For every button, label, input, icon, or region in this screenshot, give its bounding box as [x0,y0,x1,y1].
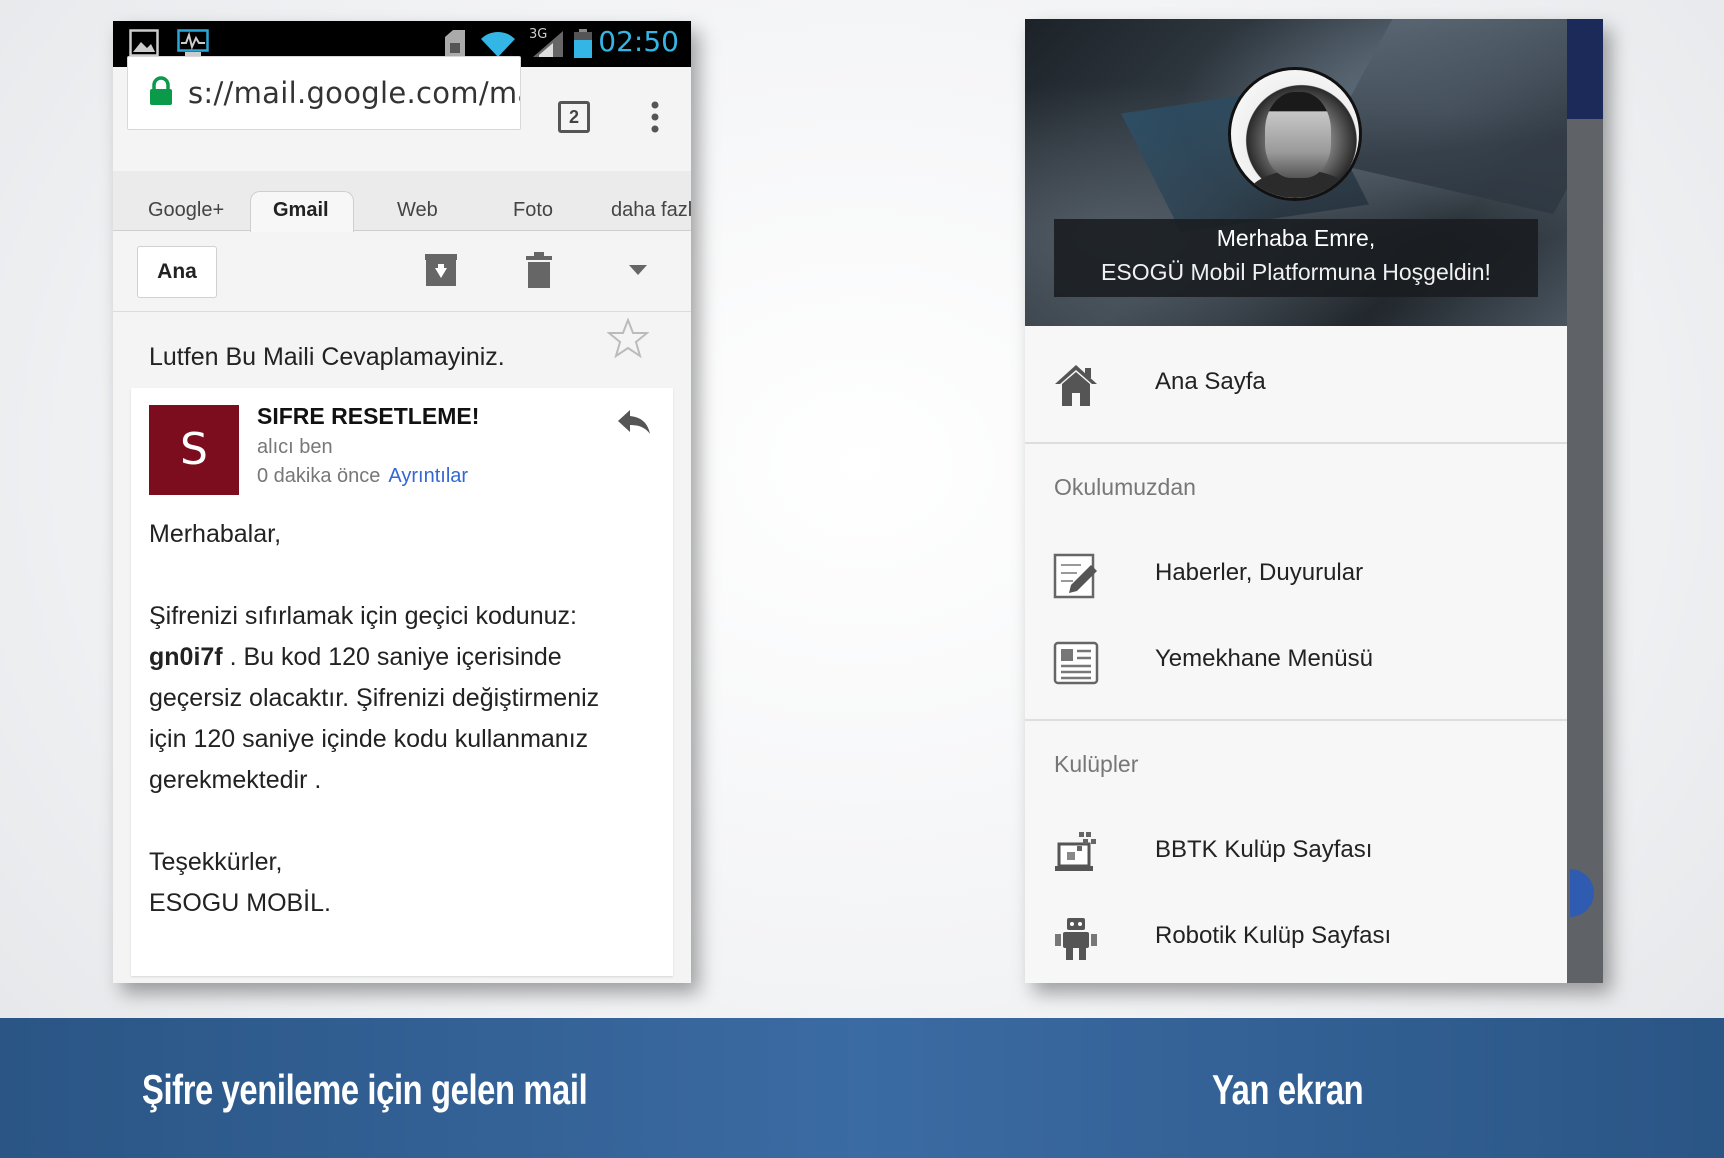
message-meta: 0 dakika önce Ayrıntılar [257,465,468,488]
body-line: . Bu kod 120 saniye içerisinde [222,643,562,671]
welcome-banner: Merhaba Emre, ESOGÜ Mobil Platformuna Ho… [1054,219,1538,297]
tab-web[interactable]: Web [397,199,438,222]
nav-item-label: Yemekhane Menüsü [1155,645,1373,672]
star-icon[interactable] [607,318,649,358]
signature-text: ESOGU MOBİL. [149,889,331,917]
news-edit-icon [1053,553,1097,599]
url-text: s://mail.google.com/ma [188,76,521,110]
floating-action-button-edge [1570,869,1594,917]
image-notification-icon [129,29,159,57]
section-title-clubs: Kulüpler [1054,751,1139,777]
section-divider [1025,719,1567,721]
message-time: 0 dakika önce [257,465,381,487]
signal-strength-icon [533,31,563,57]
mail-subject: Lutfen Bu Maili Cevaplamayiniz. [149,343,505,371]
welcome-message: ESOGÜ Mobil Platformuna Hoşgeldin! [1101,259,1491,285]
activity-monitor-icon [177,29,209,56]
url-bar[interactable]: s://mail.google.com/ma [127,56,521,130]
nav-item-label: BBTK Kulüp Sayfası [1155,836,1373,863]
caption-banner: Şifre yenileme için gelen mail Yan ekran [0,1018,1724,1158]
details-link[interactable]: Ayrıntılar [388,465,468,487]
more-options-icon[interactable] [650,101,660,133]
nav-item-label: Robotik Kulüp Sayfası [1155,922,1392,949]
mail-actions-toolbar: Ana [113,232,691,312]
back-to-inbox-button[interactable]: Ana [137,246,217,298]
greeting-text: Merhabalar, [149,520,282,548]
body-line: geçersiz olacaktır. Şifrenizi değiştirme… [149,684,600,712]
body-line: için 120 saniye içinde kodu kullanmanız [149,725,589,753]
message-body: Merhabalar, Şifrenizi sıfırlamak için ge… [149,514,659,924]
nav-item-news[interactable]: Haberler, Duyurular [1025,537,1567,615]
message-card: S SIFRE RESETLEME! alıcı ben 0 dakika ön… [131,388,673,976]
lock-icon [150,76,172,105]
sim-card-icon [445,30,465,58]
google-services-tabs: Google+ Gmail Web Foto daha fazl [113,171,691,233]
reply-icon[interactable] [616,408,652,436]
clock: 02:50 [598,25,679,58]
newspaper-icon [1053,641,1099,685]
app-bar-behind-drawer [1567,19,1603,119]
tab-switcher-button[interactable]: 2 [558,101,590,133]
nav-item-robotics-club[interactable]: Robotik Kulüp Sayfası [1025,900,1567,978]
reset-code: gn0i7f [149,643,223,671]
nav-item-home[interactable]: Ana Sayfa [1025,346,1567,424]
section-divider [1025,442,1567,444]
tab-more[interactable]: daha fazl [611,199,691,222]
trash-icon[interactable] [525,252,553,288]
tab-gmail[interactable]: Gmail [273,199,329,222]
home-icon [1055,365,1097,406]
wifi-icon [481,31,515,57]
body-line: gerekmektedir . [149,766,322,794]
tab-googleplus[interactable]: Google+ [148,199,224,222]
sender-avatar: S [149,405,239,495]
battery-icon [574,29,592,58]
nav-item-cafeteria[interactable]: Yemekhane Menüsü [1025,623,1567,701]
section-title-school: Okulumuzdan [1054,474,1196,500]
mail-phone-screen: 3G 02:50 s://mail.google.com/ma 2 Google… [113,21,691,983]
body-line: Şifrenizi sıfırlamak için geçici kodunuz… [149,602,577,630]
welcome-greeting: Merhaba Emre, [1216,225,1376,251]
left-caption: Şifre yenileme için gelen mail [142,1066,588,1113]
nav-item-label: Ana Sayfa [1155,368,1266,395]
drawer-header: Merhaba Emre, ESOGÜ Mobil Platformuna Ho… [1025,19,1567,326]
chevron-down-icon[interactable] [628,264,648,276]
archive-icon[interactable] [424,252,458,288]
recipient-label: alıcı ben [257,436,333,458]
side-menu-phone-screen: Merhaba Emre, ESOGÜ Mobil Platformuna Ho… [1025,19,1603,983]
robot-icon [1055,918,1097,960]
profile-avatar[interactable] [1228,67,1362,201]
nav-item-bbtk-club[interactable]: BBTK Kulüp Sayfası [1025,814,1567,892]
computer-club-icon [1055,832,1096,871]
navigation-drawer: Merhaba Emre, ESOGÜ Mobil Platformuna Ho… [1025,19,1567,983]
tab-foto[interactable]: Foto [513,199,553,222]
signoff-text: Teşekkürler, [149,848,283,876]
nav-item-label: Haberler, Duyurular [1155,559,1364,586]
right-caption: Yan ekran [1212,1066,1364,1113]
sender-name: SIFRE RESETLEME! [257,403,480,429]
code-line: gn0i7f . Bu kod 120 saniye içerisinde [149,637,659,678]
